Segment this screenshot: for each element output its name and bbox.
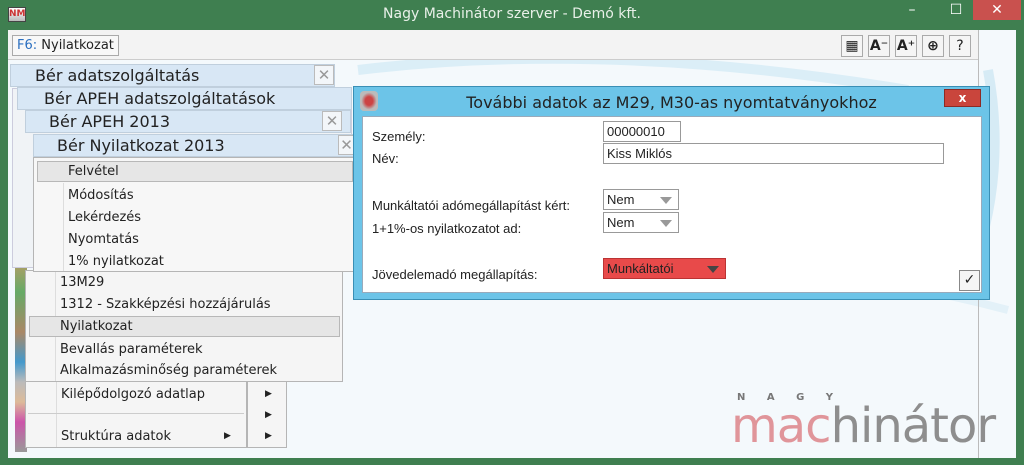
- menu-item-13m29[interactable]: 13M29: [60, 272, 104, 293]
- menu-item-nyilatkozat[interactable]: Nyilatkozat: [29, 316, 340, 337]
- logo-left: mac: [731, 398, 832, 454]
- panel-header-ber-adatszolgaltatas: Bér adatszolgáltatás: [10, 64, 335, 87]
- minimize-button[interactable]: –: [890, 0, 934, 20]
- name-label: Név:: [372, 151, 399, 166]
- employer-tax-select[interactable]: Nem: [603, 189, 679, 210]
- shortcut-key: F6:: [17, 38, 38, 53]
- ok-check-button[interactable]: ✓: [959, 270, 980, 291]
- grid-icon[interactable]: ▦: [841, 35, 863, 57]
- menu-item-alkalmazasminoseg[interactable]: Alkalmazásminőség paraméterek: [60, 360, 277, 381]
- font-increase-icon[interactable]: A⁺: [895, 35, 917, 57]
- person-label: Személy:: [372, 129, 426, 144]
- action-nyomtatas[interactable]: Nyomtatás: [68, 229, 139, 250]
- lower-menu: Kilépődolgozó adatlap Struktúra adatok ▶: [25, 380, 247, 448]
- menu-item-struktura[interactable]: Struktúra adatok: [61, 426, 171, 447]
- action-1-nyilatkozat[interactable]: 1% nyilatkozat: [68, 251, 164, 272]
- employer-tax-label: Munkáltatói adómegállapítást kért:: [372, 198, 570, 213]
- lifebuoy-icon[interactable]: ⊕: [922, 35, 944, 57]
- submenu-arrow-icon: ▶: [224, 431, 231, 441]
- income-tax-label: Jövedelemadó megállapítás:: [372, 267, 538, 282]
- panel-header-ber-nyilatkozat-2013: Bér Nyilatkozat 2013: [33, 134, 355, 157]
- menu-item-bevallas-parameterek[interactable]: Bevallás paraméterek: [60, 339, 203, 360]
- font-decrease-icon[interactable]: A⁻: [868, 35, 890, 57]
- name-field[interactable]: Kiss Miklós: [603, 143, 944, 164]
- menu-item-szakkepzesi[interactable]: 1312 - Szakképzési hozzájárulás: [60, 294, 271, 315]
- action-menu: Felvétel Módosítás Lekérdezés Nyomtatás …: [33, 157, 355, 272]
- context-menu: 13M29 1312 - Szakképzési hozzájárulás Ny…: [25, 270, 343, 382]
- maximize-button[interactable]: ☐: [934, 0, 978, 20]
- title-bar: NM Nagy Machinátor szerver - Demó kft. –…: [0, 0, 1024, 30]
- help-icon[interactable]: ?: [949, 35, 971, 57]
- submenu-arrow-icon[interactable]: ▶: [265, 405, 272, 426]
- f6-label: Nyilatkozat: [41, 38, 114, 53]
- panel-header-ber-apeh-2013: Bér APEH 2013: [25, 110, 351, 133]
- dialog-title: További adatok az M29, M30-as nyomtatván…: [466, 93, 877, 112]
- menu-separator: [28, 413, 244, 414]
- dialog-m29-m30: További adatok az M29, M30-as nyomtatván…: [353, 86, 990, 300]
- submenu-arrow-icon[interactable]: ▶: [265, 384, 272, 405]
- action-lekerdezes[interactable]: Lekérdezés: [68, 207, 141, 228]
- window-title: Nagy Machinátor szerver - Demó kft.: [383, 6, 641, 22]
- close-button[interactable]: ✕: [973, 0, 1021, 20]
- dialog-body: Személy: 00000010 Név: Kiss Miklós Munká…: [362, 116, 982, 293]
- menu-item-kilepodolgozo[interactable]: Kilépődolgozó adatlap: [61, 384, 205, 405]
- one-percent-label: 1+1%-os nyilatkozatot ad:: [372, 221, 522, 236]
- submenu-arrow-icon[interactable]: ▶: [265, 426, 272, 447]
- logo-right: hinátor: [830, 398, 997, 454]
- lower-menu-arrows: ▶ ▶ ▶: [247, 380, 287, 448]
- dialog-close-button[interactable]: x: [944, 89, 981, 107]
- close-icon[interactable]: ✕: [314, 65, 334, 85]
- f6-nyilatkozat-button[interactable]: F6: Nyilatkozat: [12, 35, 119, 56]
- action-modositas[interactable]: Módosítás: [68, 185, 134, 206]
- client-area: F6: Nyilatkozat ▦ A⁻ A⁺ ⊕ ? Kilépődolgoz…: [8, 30, 1016, 458]
- person-field[interactable]: 00000010: [603, 121, 681, 142]
- one-percent-select[interactable]: Nem: [603, 212, 679, 233]
- toolbar: F6: Nyilatkozat ▦ A⁻ A⁺ ⊕ ?: [8, 30, 978, 60]
- panel-header-ber-apeh-adatszolgaltatasok: Bér APEH adatszolgáltatások: [17, 87, 352, 110]
- machinator-logo: N A G Y machinátor: [721, 390, 1001, 458]
- close-icon[interactable]: ✕: [322, 111, 342, 131]
- income-tax-select[interactable]: Munkáltatói: [603, 258, 726, 279]
- action-felvetel[interactable]: Felvétel: [37, 161, 353, 182]
